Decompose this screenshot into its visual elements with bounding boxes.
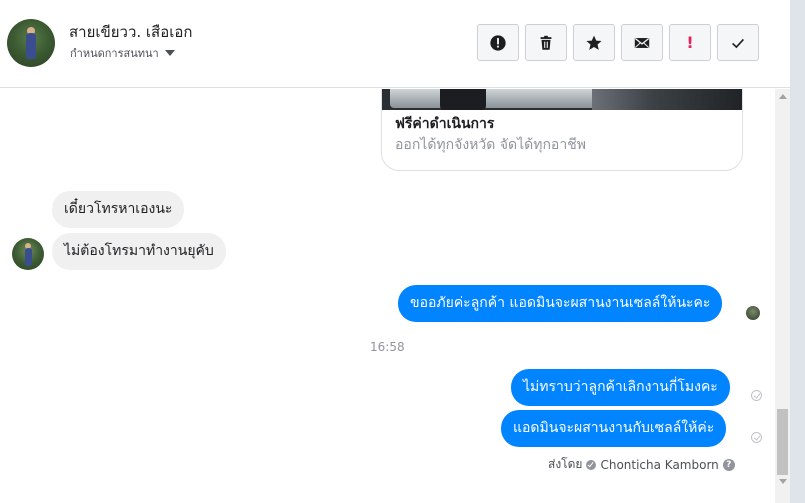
outgoing-message[interactable]: แอดมินจะผสานงานกับเซลล์ให้ค่ะ [501,410,727,447]
avatar-figure [26,33,36,59]
star-icon [586,35,602,50]
delete-button[interactable] [525,24,567,61]
message-timestamp: 16:58 [370,340,405,354]
message-thread: ฟรีค่าดำเนินการ ออกได้ทุกจังหวัด จัดได้ท… [0,89,775,503]
link-preview-subtitle: ออกได้ทุกจังหวัด จัดได้ทุกอาชีพ [395,137,586,153]
thread-scrollbar[interactable] [775,89,790,503]
sent-by-name[interactable]: Chonticha Kamborn [600,458,718,472]
outgoing-message[interactable]: ไม่ทราบว่าลูกค้าเลิกงานกี่โมงคะ [511,369,730,406]
verified-check-icon [586,459,597,470]
exclamation-icon: ! [686,33,694,52]
scroll-up-arrow-icon[interactable] [779,94,787,99]
delivered-check-icon [751,432,762,443]
delivered-check-icon [751,390,762,401]
report-button[interactable] [477,24,519,61]
scroll-thumb[interactable] [777,409,788,475]
car-image-tire [440,89,486,110]
star-button[interactable] [573,24,615,61]
conversation-settings-dropdown[interactable]: กำหนดการสนทนา [70,44,175,62]
incoming-message[interactable]: เดี๋ยวโทรหาเองนะ [52,191,185,228]
exclamation-circle-icon [490,34,506,51]
page-background-edge [790,0,805,503]
scroll-down-arrow-icon[interactable] [779,479,787,484]
conversation-toolbar: ! [477,24,759,61]
outgoing-message[interactable]: ขออภัยค่ะลูกค้า แอดมินจะผสานงานเซลล์ให้น… [398,285,723,322]
conversation-settings-label: กำหนดการสนทนา [70,47,159,60]
checkmark-icon [732,38,744,48]
caret-down-icon [164,50,175,56]
sender-avatar[interactable] [12,238,44,270]
car-image-shadow [592,89,742,110]
mark-done-button[interactable] [717,24,759,61]
help-icon[interactable]: ? [722,458,735,471]
conversation-header: สายเขียวว. เสือเอก กำหนดการสนทนา ! [0,0,790,88]
envelope-icon [634,37,650,48]
read-receipt-avatar [746,306,760,320]
sent-by-prefix: ส่งโดย [548,457,583,471]
link-preview-image [382,89,742,110]
mark-important-button[interactable]: ! [669,24,711,61]
link-preview-card[interactable]: ฟรีค่าดำเนินการ ออกได้ทุกจังหวัด จัดได้ท… [381,89,743,171]
sent-by-info: ส่งโดย Chonticha Kamborn ? [548,455,735,474]
avatar-figure [25,248,32,266]
trash-icon [540,35,552,50]
messenger-window: สายเขียวว. เสือเอก กำหนดการสนทนา ! ฟรีค่… [0,0,790,503]
incoming-message[interactable]: ไม่ต้องโทรมาทำงานยุคับ [52,233,226,270]
mark-unread-button[interactable] [621,24,663,61]
link-preview-title: ฟรีค่าดำเนินการ [395,116,495,132]
contact-name[interactable]: สายเขียวว. เสือเอก [69,20,192,44]
contact-avatar[interactable] [7,19,55,67]
